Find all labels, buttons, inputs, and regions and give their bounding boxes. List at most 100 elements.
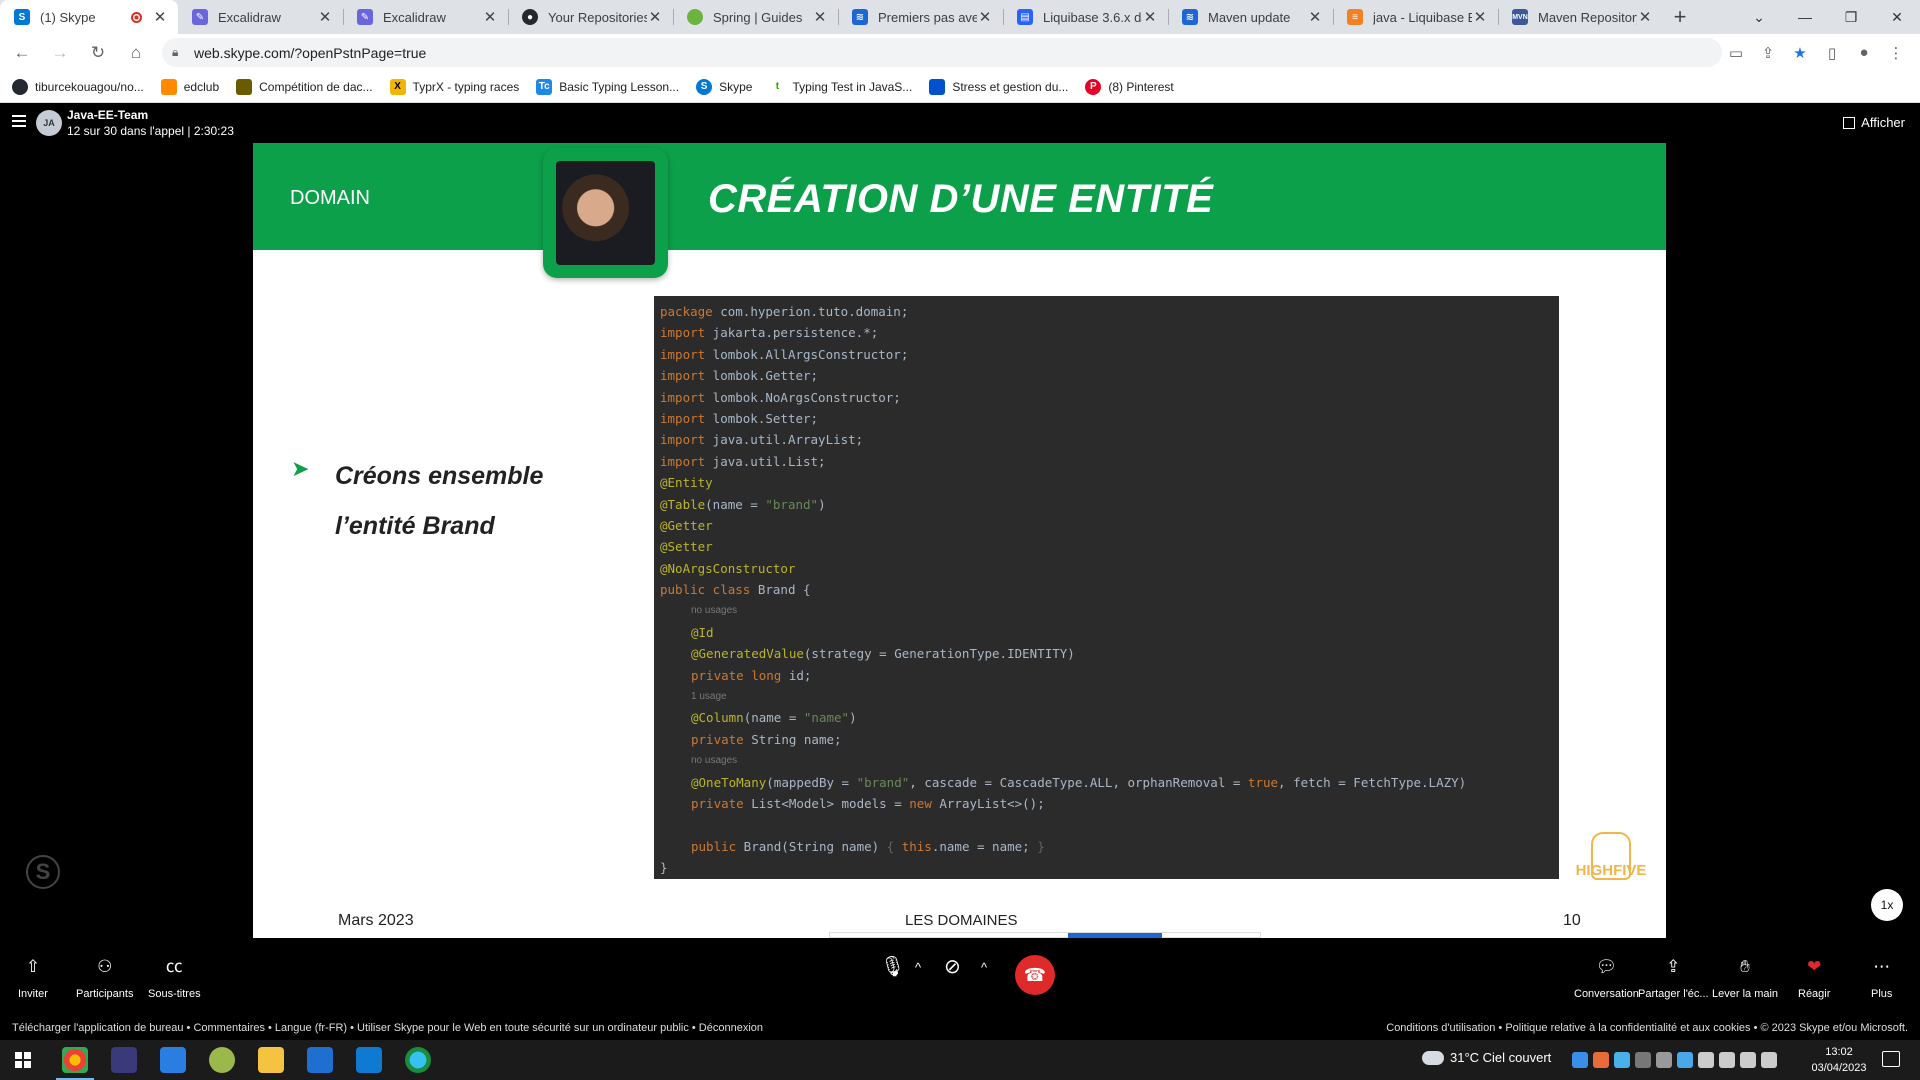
clock[interactable]: 13:02 03/04/2023 bbox=[1803, 1044, 1875, 1076]
app-tray-icon[interactable] bbox=[1593, 1052, 1609, 1068]
react-button[interactable]: ❤ Réagir bbox=[1798, 956, 1830, 1000]
reload-button[interactable]: ↻ bbox=[82, 37, 114, 69]
volume-icon[interactable] bbox=[1761, 1052, 1777, 1068]
address-bar[interactable]: 🔒︎ web.skype.com/?openPstnPage=true bbox=[162, 38, 1722, 67]
tab-maven-update[interactable]: ≋ Maven update ✕ bbox=[1168, 0, 1333, 34]
bookmark-typing-test[interactable]: t Typing Test in JavaS... bbox=[769, 78, 912, 95]
recording-icon bbox=[131, 11, 142, 23]
show-layout-button[interactable]: Afficher bbox=[1843, 115, 1905, 130]
code-token: .name = name; bbox=[931, 838, 1038, 854]
bookmark-typrx[interactable]: X TyprX - typing races bbox=[389, 78, 519, 95]
code-screenshot: package com.hyperion.tuto.domain; import… bbox=[654, 296, 1559, 879]
app-tray-icon[interactable] bbox=[1656, 1052, 1672, 1068]
close-tab-icon[interactable]: ✕ bbox=[317, 8, 333, 26]
back-button[interactable]: ← bbox=[6, 37, 38, 69]
windows-start-icon[interactable] bbox=[15, 1052, 31, 1068]
tab-premiers-pas[interactable]: ≋ Premiers pas avec ✕ bbox=[838, 0, 1003, 34]
close-tab-icon[interactable]: ✕ bbox=[1472, 8, 1488, 26]
tab-excalidraw-1[interactable]: ✎ Excalidraw ✕ bbox=[178, 0, 343, 34]
camera-icon[interactable]: ▭ bbox=[1720, 44, 1752, 62]
bookmark-competition[interactable]: Compétition de dac... bbox=[236, 78, 373, 95]
close-tab-icon[interactable]: ✕ bbox=[1307, 8, 1323, 26]
close-tab-icon[interactable]: ✕ bbox=[812, 8, 828, 26]
bookmark-skype[interactable]: S Skype bbox=[696, 78, 752, 95]
tab-maven-repo[interactable]: MVN Maven Repository: ✕ bbox=[1498, 0, 1663, 34]
bookmark-github[interactable]: tiburcekouagou/no... bbox=[12, 78, 144, 95]
share-icon[interactable]: ⇪ bbox=[1752, 44, 1784, 62]
profile-icon[interactable]: ● bbox=[1848, 44, 1880, 61]
close-tab-icon[interactable]: ✕ bbox=[647, 8, 663, 26]
network-icon[interactable] bbox=[1740, 1052, 1756, 1068]
bookmark-edclub[interactable]: edclub bbox=[160, 78, 219, 95]
restore-button[interactable]: ❐ bbox=[1828, 0, 1874, 34]
menu-kebab-icon[interactable]: ⋮ bbox=[1880, 44, 1912, 62]
close-tab-icon[interactable]: ✕ bbox=[1637, 8, 1653, 26]
group-name[interactable]: Java-EE-Team bbox=[67, 108, 148, 122]
hang-up-button[interactable]: ☎︎ bbox=[1015, 955, 1055, 995]
mongodb-compass-taskbar-icon[interactable] bbox=[209, 1047, 235, 1073]
group-avatar[interactable]: JA bbox=[36, 110, 62, 136]
forward-button[interactable]: → bbox=[44, 37, 76, 69]
code-usage-hint: no usages bbox=[691, 755, 738, 767]
subtitles-button[interactable]: ㏄ Sous-titres bbox=[148, 956, 201, 1000]
bookmark-typing-lessons[interactable]: Tc Basic Typing Lesson... bbox=[536, 78, 679, 95]
notification-icon[interactable] bbox=[1882, 1051, 1900, 1067]
more-button[interactable]: ⋯ Plus bbox=[1871, 956, 1892, 1000]
photos-taskbar-icon[interactable] bbox=[307, 1047, 333, 1073]
vscode-taskbar-icon[interactable] bbox=[356, 1047, 382, 1073]
minimize-button[interactable]: — bbox=[1782, 0, 1828, 34]
close-tab-icon[interactable]: ✕ bbox=[152, 8, 168, 26]
excalidraw-icon: ✎ bbox=[192, 9, 208, 25]
app-tray-icon[interactable] bbox=[1635, 1052, 1651, 1068]
tab-github[interactable]: ● Your Repositories ✕ bbox=[508, 0, 673, 34]
bookmark-trello[interactable]: Stress et gestion du... bbox=[929, 78, 1068, 95]
tab-search-icon[interactable]: ⌄ bbox=[1736, 0, 1782, 34]
chrome-taskbar-icon[interactable] bbox=[56, 1047, 94, 1080]
edclub-icon bbox=[160, 78, 177, 95]
camera-off-icon[interactable]: ⊘ bbox=[944, 954, 961, 979]
lock-icon[interactable]: 🔒︎ bbox=[172, 45, 194, 60]
home-button[interactable]: ⌂ bbox=[120, 37, 152, 69]
side-panel-icon[interactable]: ▯ bbox=[1816, 44, 1848, 62]
shared-screen-slide: DOMAIN CRÉATION D’UNE ENTITÉ ➤ Créons en… bbox=[253, 143, 1666, 938]
participants-button[interactable]: ⚇ Participants bbox=[76, 956, 133, 1000]
mic-muted-icon[interactable]: 🎙︎ bbox=[880, 954, 905, 979]
bookmark-pinterest[interactable]: P (8) Pinterest bbox=[1085, 78, 1174, 95]
footer-links-right[interactable]: Conditions d'utilisation • Politique rel… bbox=[1386, 1022, 1908, 1034]
edge-dev-taskbar-icon[interactable] bbox=[160, 1047, 186, 1073]
invite-button[interactable]: ⇧ Inviter bbox=[18, 956, 48, 1000]
menu-hamburger-icon[interactable] bbox=[12, 115, 26, 127]
file-explorer-taskbar-icon[interactable] bbox=[258, 1047, 284, 1073]
weather-widget[interactable]: 31°C Ciel couvert bbox=[1422, 1050, 1551, 1065]
app-tray-icon[interactable] bbox=[1614, 1052, 1630, 1068]
edge-taskbar-icon[interactable] bbox=[405, 1047, 431, 1073]
tab-stackoverflow[interactable]: ≡ java - Liquibase ER ✕ bbox=[1333, 0, 1498, 34]
new-tab-button[interactable]: + bbox=[1663, 0, 1697, 34]
microphone-icon[interactable] bbox=[1719, 1052, 1735, 1068]
close-tab-icon[interactable]: ✕ bbox=[977, 8, 993, 26]
share-screen-button[interactable]: ⇪ Partager l'éc... bbox=[1638, 956, 1709, 1000]
camera-options-chevron-icon[interactable]: ^ bbox=[981, 960, 987, 975]
bluetooth-icon[interactable] bbox=[1698, 1052, 1714, 1068]
tab-spring[interactable]: Spring | Guides ✕ bbox=[673, 0, 838, 34]
app-tray-icon[interactable] bbox=[1677, 1052, 1693, 1068]
tab-skype[interactable]: S (1) Skype ✕ bbox=[0, 0, 178, 34]
show-layout-label: Afficher bbox=[1861, 115, 1905, 130]
tab-liquibase-doc[interactable]: ▤ Liquibase 3.6.x dat ✕ bbox=[1003, 0, 1168, 34]
playback-speed-button[interactable]: 1x bbox=[1871, 889, 1903, 921]
close-tab-icon[interactable]: ✕ bbox=[1142, 8, 1158, 26]
app-tray-icon[interactable] bbox=[1572, 1052, 1588, 1068]
close-tab-icon[interactable]: ✕ bbox=[482, 8, 498, 26]
close-window-button[interactable]: ✕ bbox=[1874, 0, 1920, 34]
mic-options-chevron-icon[interactable]: ^ bbox=[915, 960, 921, 975]
slide-title: CRÉATION D’UNE ENTITÉ bbox=[708, 177, 1214, 221]
footer-links-left[interactable]: Télécharger l'application de bureau • Co… bbox=[12, 1022, 763, 1034]
conversation-button[interactable]: 💬︎ Conversation bbox=[1574, 956, 1639, 1000]
code-line: private List<Model> models = new ArrayLi… bbox=[660, 793, 1559, 814]
raise-hand-button[interactable]: ✋︎ Lever la main bbox=[1712, 956, 1778, 1000]
bullet-arrow-icon: ➤ bbox=[291, 456, 310, 481]
tab-excalidraw-2[interactable]: ✎ Excalidraw ✕ bbox=[343, 0, 508, 34]
bookmark-star-icon[interactable]: ★ bbox=[1784, 44, 1816, 62]
code-usage-hint: no usages bbox=[691, 605, 738, 617]
eclipse-taskbar-icon[interactable] bbox=[111, 1047, 137, 1073]
